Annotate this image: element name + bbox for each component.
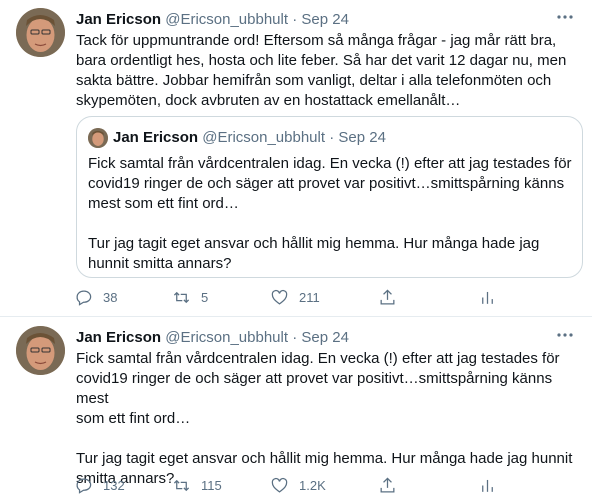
author-name[interactable]: Jan Ericson [76,329,161,346]
like-count: 211 [299,289,320,305]
reply-icon [76,290,92,306]
tweet-date[interactable]: Sep 24 [301,329,349,346]
quoted-tweet-header: Jan Ericson @Ericson_ubbhult · Sep 24 [113,129,386,146]
reply-count: 132 [103,477,125,493]
like-button[interactable]: 211 [270,282,320,312]
retweet-count: 115 [201,477,222,493]
heart-icon [271,477,288,493]
tweet[interactable]: Jan Ericson @Ericson_ubbhult · Sep 24 Ta… [0,0,592,317]
author-handle[interactable]: @Ericson_ubbhult [165,329,288,346]
share-icon [380,476,395,492]
more-horizontal-icon[interactable] [552,4,578,30]
separator: · [292,329,298,346]
separator: · [329,129,335,146]
retweet-button[interactable]: 5 [172,282,208,312]
author-handle: @Ericson_ubbhult [202,129,326,146]
author-name: Jan Ericson [113,129,199,146]
share-icon [380,288,395,304]
analytics-button[interactable] [478,470,497,500]
avatar [88,128,108,148]
reply-icon [76,478,92,494]
tweet-header: Jan Ericson @Ericson_ubbhult · Sep 24 [76,11,349,28]
retweet-icon [173,479,190,491]
like-count: 1.2K [299,477,326,493]
share-button[interactable] [378,282,397,312]
tweet-actions: 38 5 211 [68,282,508,312]
separator: · [292,11,298,28]
share-button[interactable] [378,470,397,500]
tweet-date[interactable]: Sep 24 [301,11,349,28]
tweet-actions: 132 115 1.2K [68,470,508,500]
reply-count: 38 [103,289,118,305]
bar-chart-icon [482,479,493,492]
tweet-text: Tack för uppmuntrande ord! Eftersom så m… [76,32,567,109]
author-name[interactable]: Jan Ericson [76,11,161,28]
avatar[interactable] [16,8,65,57]
quoted-tweet[interactable]: Jan Ericson @Ericson_ubbhult · Sep 24 Fi… [76,116,583,278]
tweet-date: Sep 24 [338,129,386,146]
like-button[interactable]: 1.2K [270,470,326,500]
tweet[interactable]: Jan Ericson @Ericson_ubbhult · Sep 24 Fi… [0,318,592,504]
tweet-text: Fick samtal från vårdcentralen idag. En … [76,350,573,487]
avatar[interactable] [16,326,65,375]
retweet-count: 5 [201,289,209,305]
author-handle[interactable]: @Ericson_ubbhult [165,11,288,28]
analytics-button[interactable] [478,282,497,312]
retweet-button[interactable]: 115 [172,470,222,500]
tweet-header: Jan Ericson @Ericson_ubbhult · Sep 24 [76,329,349,346]
bar-chart-icon [482,291,493,304]
quoted-tweet-text: Fick samtal från vårdcentralen idag. En … [88,155,572,272]
retweet-icon [173,291,190,303]
reply-button[interactable]: 132 [74,470,125,500]
heart-icon [271,289,288,305]
more-horizontal-icon[interactable] [552,322,578,348]
reply-button[interactable]: 38 [74,282,117,312]
